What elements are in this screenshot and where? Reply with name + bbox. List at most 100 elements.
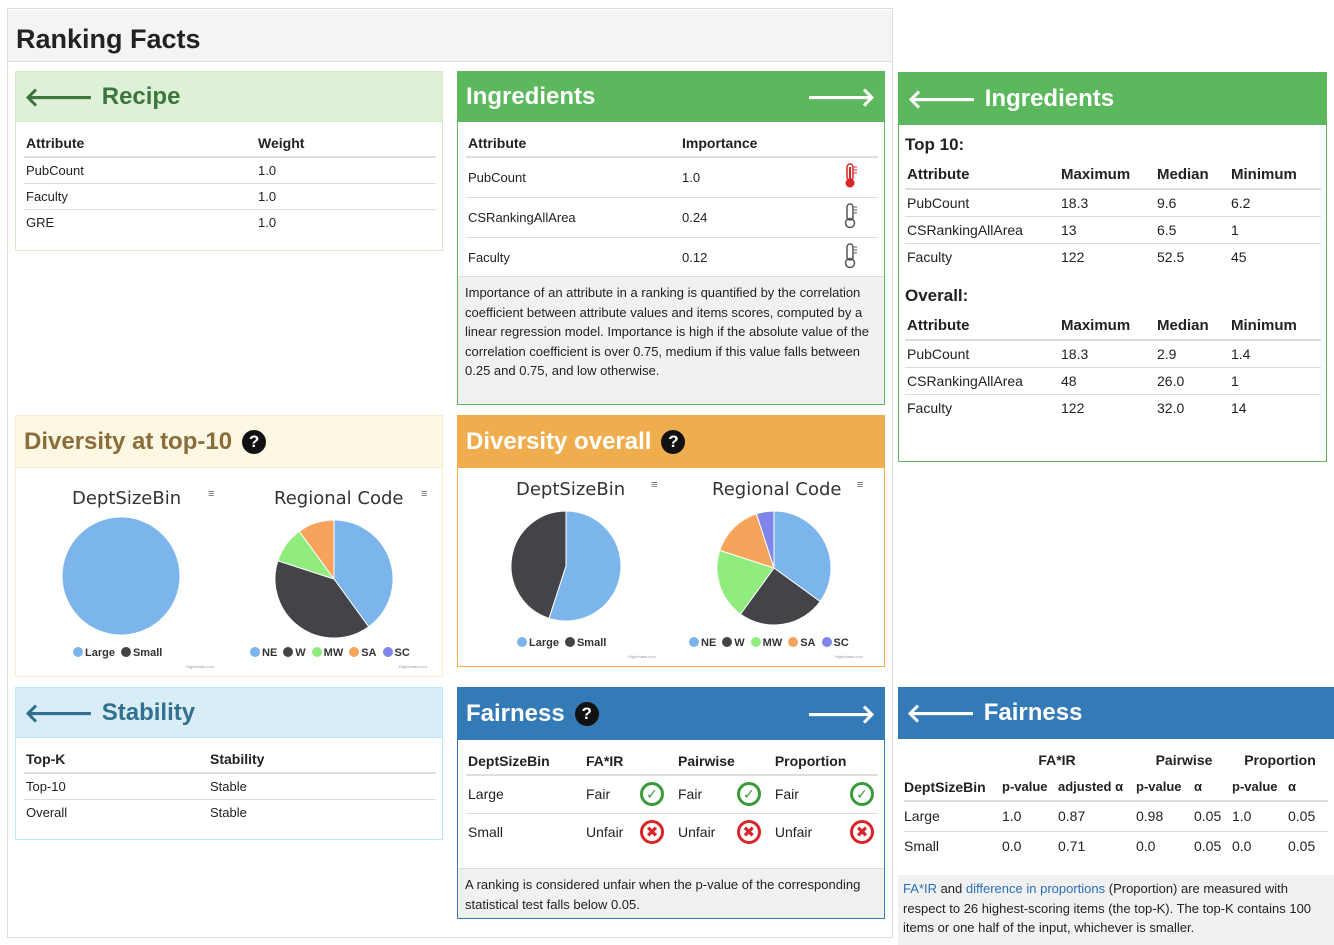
cell: Overall [24, 799, 208, 825]
table-row: PubCount 18.3 9.6 6.2 [905, 188, 1321, 217]
legend-item[interactable]: NE [689, 637, 716, 649]
chart-menu-icon[interactable]: ≡ [208, 488, 214, 500]
legend-item[interactable]: SA [349, 647, 377, 659]
legend-label: Large [85, 647, 115, 659]
fairness-title: Fairness [466, 700, 565, 727]
col-header-empty [840, 130, 878, 158]
legend-item[interactable]: W [722, 637, 745, 649]
cell: 0.05 [1194, 838, 1222, 855]
stability-header[interactable]: 🡐 Stability [16, 688, 442, 738]
cell: Large [904, 808, 940, 825]
cross-icon: ✖ [736, 820, 761, 845]
col-header-empty [904, 747, 1002, 773]
cell: 0.0 [1002, 838, 1022, 855]
cell: 0.71 [1058, 838, 1086, 855]
cross-icon: ✖ [850, 820, 874, 845]
legend-item[interactable]: Large [73, 647, 115, 659]
legend-label: NE [701, 637, 717, 649]
difference-in-proportions-link[interactable]: difference in proportions [966, 881, 1105, 896]
cell: 1.0 [256, 209, 436, 235]
recipe-header[interactable]: 🡐 Recipe [16, 72, 442, 122]
legend-item[interactable]: SC [821, 637, 849, 649]
cell: 18.3 [1059, 339, 1155, 368]
check-icon: ✓ [640, 782, 664, 807]
legend-dot [821, 637, 832, 647]
col-header: Minimum [1229, 161, 1321, 190]
cell: Faculty [466, 237, 680, 277]
cell: 6.5 [1155, 216, 1229, 244]
arrow-left-icon[interactable]: 🡐 [907, 86, 977, 112]
col-header: Minimum [1229, 312, 1321, 341]
legend-item[interactable]: Large [517, 637, 559, 649]
chart-menu-icon[interactable]: ≡ [651, 479, 657, 491]
title-bar: Ranking Facts [8, 10, 892, 62]
cell: Small [466, 812, 584, 851]
help-icon[interactable]: ? [242, 429, 267, 454]
ingredients-table: Attribute Importance PubCount 1.0 CSRankin… [466, 130, 878, 277]
check-icon: ✓ [850, 782, 874, 807]
legend-item[interactable]: SA [788, 637, 816, 649]
legend-item[interactable]: Small [564, 637, 607, 649]
legend-item[interactable]: NE [250, 647, 277, 659]
chart-menu-icon[interactable]: ≡ [857, 479, 863, 491]
cell: CSRankingAllArea [905, 216, 1059, 244]
chart-legend: NE W MW SA SC [689, 637, 855, 649]
col-header-empty [638, 748, 676, 776]
legend-label: MW [762, 637, 783, 649]
legend-dot [120, 647, 131, 657]
chart-legend: Large Small [73, 647, 168, 659]
help-icon[interactable]: ? [661, 430, 686, 454]
cell: Stable [208, 799, 436, 825]
pie-slice-large[interactable] [61, 516, 181, 636]
legend-label: MW [323, 647, 344, 659]
legend-item[interactable]: W [283, 647, 306, 659]
legend-label: W [295, 647, 306, 659]
arrow-left-icon[interactable]: 🡐 [906, 700, 976, 726]
table-row: CSRankingAllArea 0.24 [466, 197, 878, 238]
chart-legend: Large Small [517, 637, 612, 649]
arrow-left-icon[interactable]: 🡐 [24, 700, 94, 726]
legend-label: Small [576, 637, 607, 649]
legend-dot [311, 647, 322, 657]
legend-item[interactable]: MW [750, 637, 783, 649]
cell: 1 [1229, 367, 1321, 395]
fair-link[interactable]: FA*IR [903, 881, 937, 896]
fairness-detail-table: FA*IR Pairwise Proportion DeptSizeBin p-… [904, 747, 1328, 861]
cell: 6.2 [1229, 188, 1321, 217]
col-header: α [1288, 773, 1328, 802]
help-icon[interactable]: ? [574, 702, 599, 726]
legend-dot [517, 637, 527, 647]
cell: 0.98 [1136, 808, 1164, 825]
cross-icon: ✖ [640, 820, 664, 845]
legend-item[interactable]: Small [120, 647, 162, 659]
cell [840, 237, 878, 277]
legend-item[interactable]: SC [382, 647, 410, 659]
table-row: Top-10 Stable [24, 772, 436, 800]
chart-menu-icon[interactable]: ≡ [421, 488, 427, 500]
fairness-detail-header[interactable]: 🡐 Fairness [898, 687, 1334, 739]
cell: ✖ [734, 812, 773, 851]
thermometer-low-icon [844, 203, 857, 229]
chart-credit[interactable]: Highcharts.com [628, 654, 656, 659]
arrow-right-icon[interactable]: 🡒 [806, 701, 876, 727]
cell: Faculty [905, 394, 1059, 421]
arrow-left-icon[interactable]: 🡐 [24, 84, 94, 110]
ingredients-detail-header[interactable]: 🡐 Ingredients [899, 73, 1326, 125]
cell: PubCount [905, 339, 1059, 368]
chart-credit[interactable]: Highcharts.com [399, 664, 427, 669]
cell: Top-10 [24, 772, 208, 800]
chart-credit[interactable]: Highcharts.com [835, 654, 863, 659]
ingredients-header[interactable]: Ingredients 🡒 [458, 72, 884, 122]
cell [840, 197, 878, 238]
fairness-detail-note: FA*IR and difference in proportions (Pro… [898, 875, 1334, 945]
chart-credit[interactable]: Highcharts.com [186, 664, 214, 669]
legend-label: W [734, 637, 745, 649]
legend-item[interactable]: MW [311, 647, 344, 659]
table-row: CSRankingAllArea 48 26.0 1 [905, 367, 1321, 395]
stability-panel: 🡐 Stability Top-K Stability Top-10 Stable … [15, 687, 443, 840]
fairness-header[interactable]: Fairness ? 🡒 [458, 688, 884, 740]
pie-chart-region-overall [716, 510, 832, 626]
arrow-right-icon[interactable]: 🡒 [806, 84, 876, 110]
col-header: Attribute [905, 312, 1059, 341]
cell: Unfair [676, 812, 735, 851]
